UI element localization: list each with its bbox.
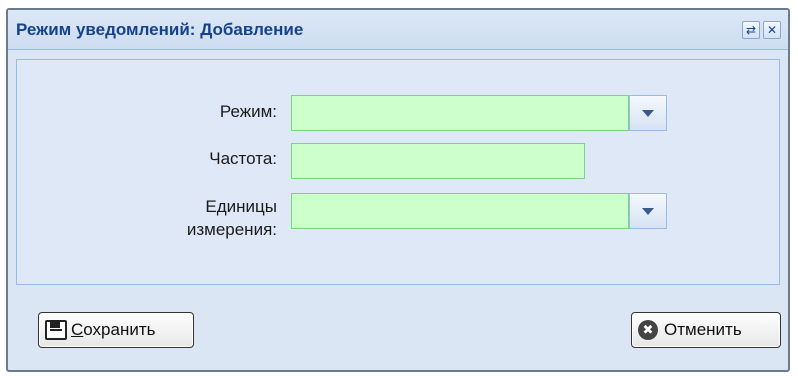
units-label: Единицы измерения: (186, 197, 277, 239)
cancel-button-label: Отменить (664, 320, 742, 339)
mode-dropdown-button[interactable] (629, 95, 667, 131)
cancel-icon: ✖ (638, 320, 658, 340)
cancel-button[interactable]: ✖ Отменить (631, 312, 781, 348)
chevron-down-icon (642, 207, 654, 215)
save-button[interactable]: Сохранить (38, 312, 194, 348)
frequency-input[interactable] (291, 143, 585, 179)
mode-combobox-input[interactable] (291, 95, 629, 131)
units-combobox-input[interactable] (291, 193, 629, 229)
form-panel: Режим: Частота: Единицы измерения: (16, 59, 780, 285)
chevron-down-icon (642, 109, 654, 117)
dialog-title: Режим уведомлений: Добавление (16, 20, 304, 39)
frequency-label: Частота: (209, 149, 277, 168)
notification-mode-dialog: Режим уведомлений: Добавление ⇄ ✕ Режим:… (6, 8, 790, 372)
floppy-disk-icon (45, 320, 67, 340)
mode-label: Режим: (219, 102, 277, 121)
refresh-icon[interactable]: ⇄ (742, 21, 760, 39)
dialog-titlebar[interactable]: Режим уведомлений: Добавление ⇄ ✕ (8, 10, 788, 50)
save-button-label: Сохранить (71, 320, 156, 339)
close-icon[interactable]: ✕ (763, 21, 781, 39)
units-dropdown-button[interactable] (629, 193, 667, 229)
